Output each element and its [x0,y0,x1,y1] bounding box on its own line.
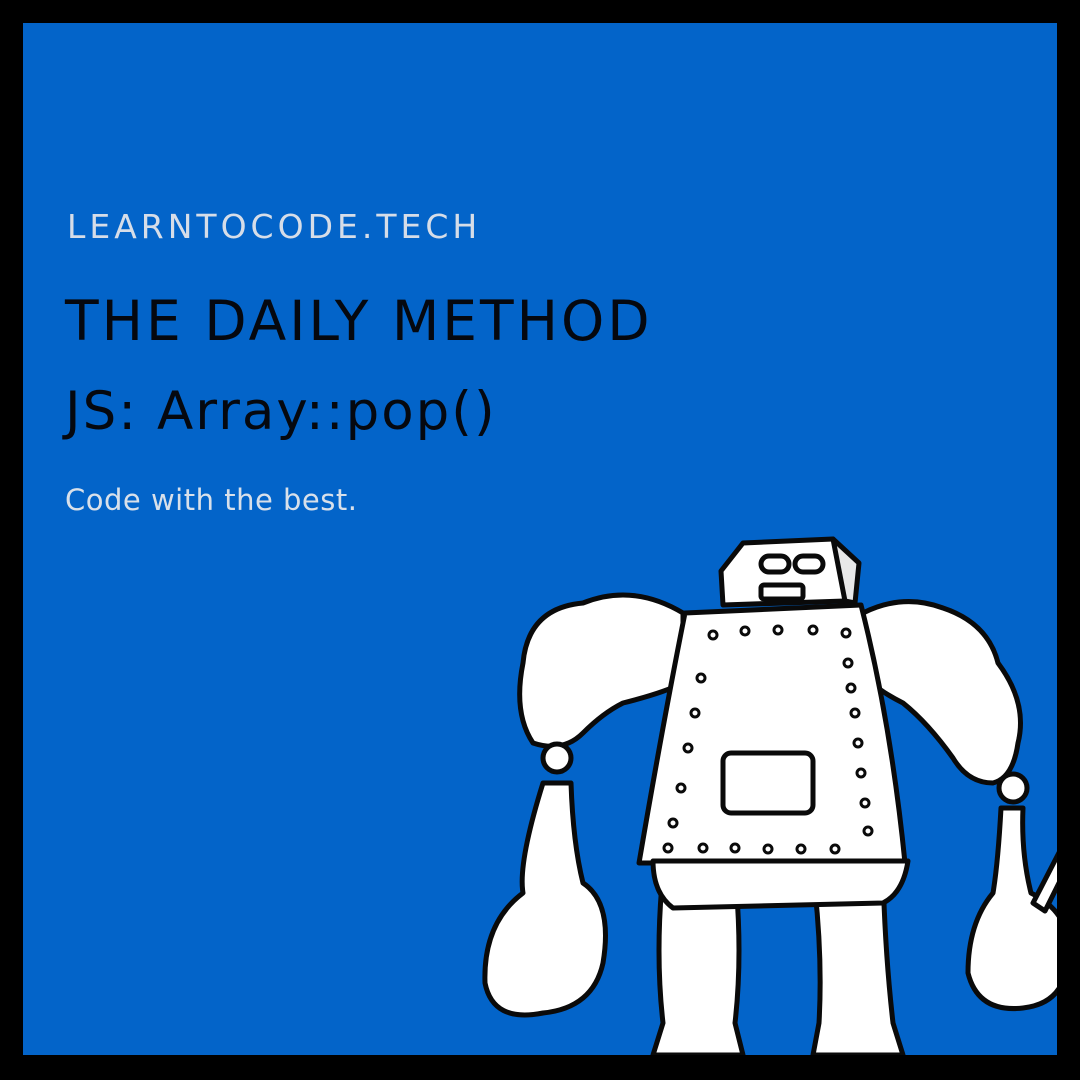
tagline: Code with the best. [65,483,358,517]
robot-carrying-bags-icon [482,536,1057,1055]
method-subtitle: JS: Array::pop() [65,381,497,442]
blue-panel: LEARNTOCODE.TECH THE DAILY METHOD JS: Ar… [23,23,1057,1055]
page-title: THE DAILY METHOD [65,289,653,353]
site-name: LEARNTOCODE.TECH [67,207,482,246]
border-frame: LEARNTOCODE.TECH THE DAILY METHOD JS: Ar… [0,0,1080,1080]
